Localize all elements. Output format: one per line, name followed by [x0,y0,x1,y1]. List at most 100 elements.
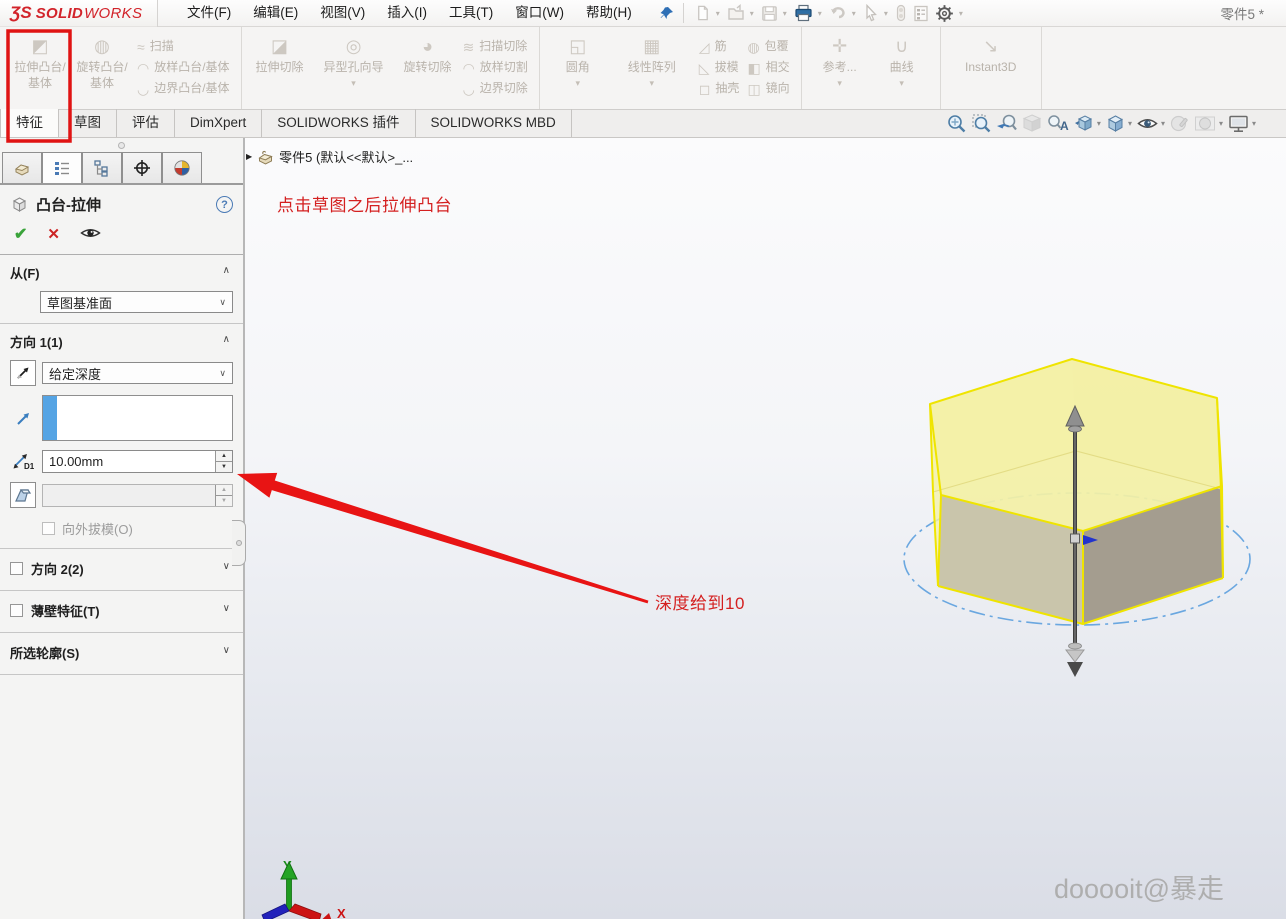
wrap-button[interactable]: ◍ 包覆 [747,38,789,56]
loft-button[interactable]: ◠ 放样凸台/基体 [137,59,230,77]
revolve-boss-button[interactable]: ◍ 旋转凸台/基体 [71,30,133,106]
direction2-expand-chevron[interactable]: ∨ [223,561,230,572]
shell-button[interactable]: ◻ 抽壳 [699,80,740,98]
zoom-to-fit-icon[interactable] [946,113,967,134]
help-icon[interactable]: ? [216,196,233,213]
linear-pattern-caret[interactable]: ▾ [650,78,655,89]
hole-wizard-button[interactable]: ◎ 异型孔向导 ▾ [311,30,397,106]
display-style-caret[interactable]: ▾ [1128,119,1132,128]
dimxpert-manager-tab[interactable] [122,152,162,183]
reference-geometry-button[interactable]: ✛ 参考... ▾ [809,30,871,106]
boundary-cut-button[interactable]: ◡ 边界切除 [463,80,528,98]
undo-button[interactable] [827,3,849,23]
open-button[interactable] [725,3,747,23]
sweep-button[interactable]: ≈ 扫描 [137,38,230,56]
tab-solidworks-addins[interactable]: SOLIDWORKS 插件 [262,109,416,137]
handle-bottom-arrow-2[interactable] [1067,662,1083,677]
new-document-caret[interactable]: ▾ [716,9,720,18]
graphics-viewport[interactable]: ▶ 零件5 (默认<<默认>_... 点击草图之后拉伸凸台 深度给到10 Y X… [245,138,1286,919]
menu-edit[interactable]: 编辑(E) [242,0,309,26]
mirror-button[interactable]: ◫ 镜向 [747,80,789,98]
save-caret[interactable]: ▾ [783,9,787,18]
curves-caret[interactable]: ▾ [899,78,904,89]
depth-spin-up[interactable]: ▲ [216,451,232,462]
tree-item-part[interactable]: 零件5 (默认<<默认>_... [279,147,413,166]
revolved-cut-button[interactable]: ◕ 旋转切除 [397,30,459,106]
direction-reference-box[interactable] [42,395,233,441]
boundary-boss-button[interactable]: ◡ 边界凸台/基体 [137,80,230,98]
view-orientation-icon[interactable]: ▾ [1073,113,1101,134]
linear-pattern-button[interactable]: ▦ 线性阵列 ▾ [609,30,695,106]
undo-caret[interactable]: ▾ [852,9,856,18]
configuration-manager-tab[interactable] [82,152,122,183]
draft-button[interactable]: ◺ 拔模 [699,59,740,77]
tab-dimxpert[interactable]: DimXpert [175,109,263,137]
feature-manager-tab[interactable] [2,152,42,183]
new-document-button[interactable] [692,3,713,23]
view-settings-caret[interactable]: ▾ [1252,119,1256,128]
fillet-button[interactable]: ◱ 圆角 ▾ [547,30,609,106]
direction2-header[interactable]: 方向 2(2) [31,559,84,578]
menu-view[interactable]: 视图(V) [309,0,376,26]
print-button[interactable] [792,3,815,23]
end-condition-select[interactable]: 给定深度 ∨ [42,362,233,384]
depth-spinner[interactable]: ▲ ▼ [215,451,232,472]
lofted-cut-button[interactable]: ◠ 放样切割 [463,59,528,77]
pin-menu-icon[interactable] [651,3,684,23]
extruded-cut-button[interactable]: ◪ 拉伸切除 [249,30,311,106]
swept-cut-button[interactable]: ≋ 扫描切除 [463,38,528,56]
rebuild-button[interactable] [893,3,909,23]
instant3d-button[interactable]: ↘ Instant3D [948,30,1034,106]
previous-view-icon[interactable] [996,113,1018,134]
property-manager-tab[interactable] [42,152,82,183]
extrude-boss-button[interactable]: ◩ 拉伸凸台/基体 [9,30,71,106]
zoom-to-area-icon[interactable] [971,113,992,134]
save-button[interactable] [759,4,780,23]
intersect-button[interactable]: ◧ 相交 [747,59,789,77]
hole-wizard-caret[interactable]: ▾ [351,78,356,89]
feature-tree-flyout[interactable]: ▶ 零件5 (默认<<默认>_... [245,147,413,166]
tab-solidworks-mbd[interactable]: SOLIDWORKS MBD [416,109,572,137]
print-caret[interactable]: ▾ [818,9,822,18]
direction1-header[interactable]: 方向 1(1) [10,332,233,351]
thin-feature-header[interactable]: 薄壁特征(T) [31,601,100,620]
handle-mid-grip[interactable] [1070,533,1080,544]
hide-show-items-icon[interactable]: ▾ [1136,113,1165,134]
draft-toggle-button[interactable] [10,482,36,508]
apply-scene-caret[interactable]: ▾ [1219,119,1223,128]
open-caret[interactable]: ▾ [750,9,754,18]
menu-tools[interactable]: 工具(T) [438,0,504,26]
menu-help[interactable]: 帮助(H) [575,0,643,26]
from-header[interactable]: 从(F) [10,263,233,282]
hide-show-caret[interactable]: ▾ [1161,119,1165,128]
fillet-caret[interactable]: ▾ [576,78,581,89]
tab-features[interactable]: 特征 [0,109,59,137]
display-style-icon[interactable]: ▾ [1105,113,1132,134]
depth-spin-down[interactable]: ▼ [216,462,232,472]
panel-collapse-handle[interactable] [232,520,246,566]
view-orientation-caret[interactable]: ▾ [1097,119,1101,128]
ok-button[interactable]: ✔ [14,224,27,244]
from-condition-select[interactable]: 草图基准面 ∨ [40,291,233,313]
rib-button[interactable]: ◿ 筋 [699,38,740,56]
selected-contours-expand-chevron[interactable]: ∨ [223,645,230,656]
thin-feature-expand-chevron[interactable]: ∨ [223,603,230,614]
menu-file[interactable]: 文件(F) [176,0,242,26]
options-gear-icon[interactable] [933,3,956,24]
annotation-view-icon[interactable]: A [1047,113,1069,134]
tab-evaluate[interactable]: 评估 [117,109,175,137]
from-collapse-chevron[interactable]: ∧ [223,265,230,276]
curves-button[interactable]: ∪ 曲线 ▾ [871,30,933,106]
direction1-collapse-chevron[interactable]: ∧ [223,334,230,345]
cancel-button[interactable]: ✕ [47,225,60,243]
select-button[interactable] [861,3,881,23]
tab-sketch[interactable]: 草图 [59,109,117,137]
select-caret[interactable]: ▾ [884,9,888,18]
panel-splitter-handle[interactable] [0,138,243,152]
reverse-direction-button[interactable] [10,360,36,386]
display-manager-tab[interactable] [162,152,202,183]
menu-window[interactable]: 窗口(W) [504,0,575,26]
file-properties-button[interactable] [911,4,931,23]
view-settings-icon[interactable]: ▾ [1227,113,1256,134]
menu-insert[interactable]: 插入(I) [376,0,438,26]
